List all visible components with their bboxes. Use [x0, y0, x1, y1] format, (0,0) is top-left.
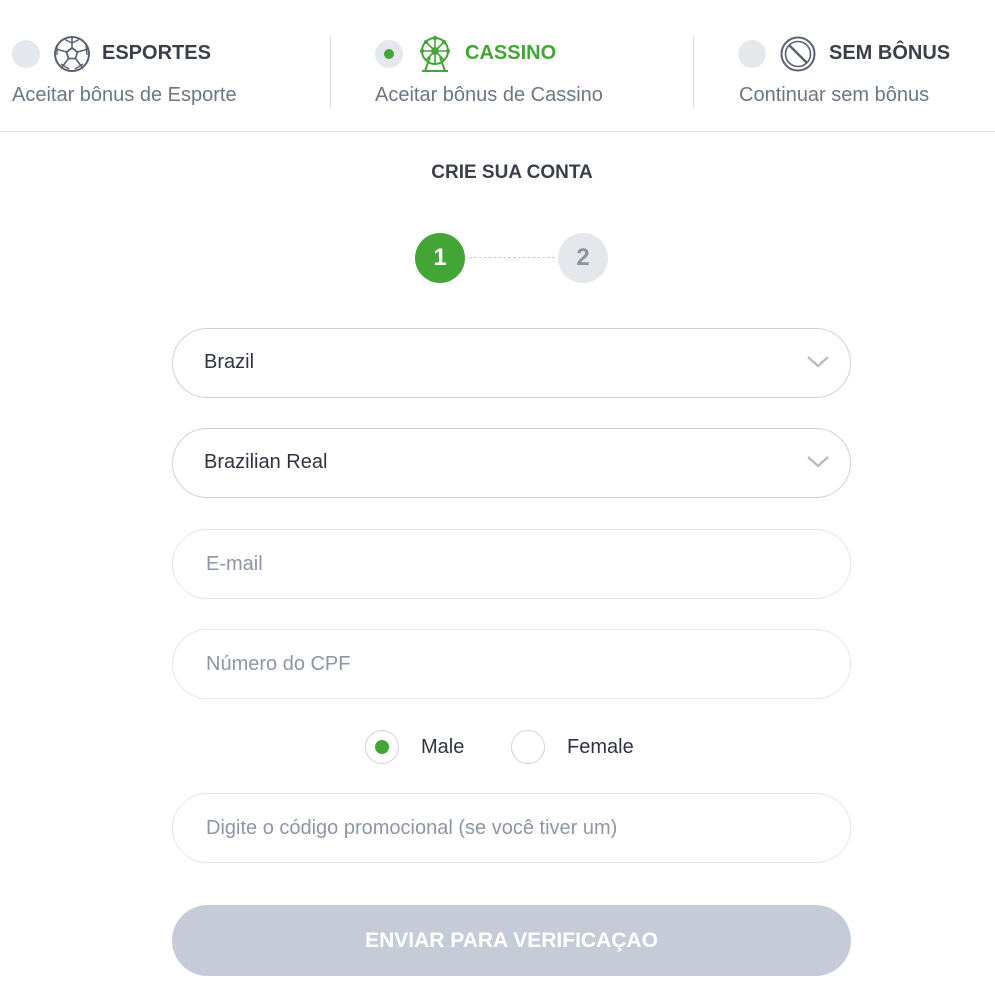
gender-option-male[interactable]: Male	[365, 730, 485, 766]
country-value: Brazil	[204, 351, 255, 373]
bonus-selector: ESPORTES Aceitar bônus de Esporte CASSIN…	[0, 0, 995, 132]
cpf-field[interactable]	[206, 630, 826, 698]
step-connector	[469, 257, 555, 258]
bonus-radio-casino[interactable]	[375, 40, 403, 68]
bonus-option-casino[interactable]: CASSINO Aceitar bônus de Cassino	[331, 0, 693, 131]
chevron-down-icon	[807, 456, 829, 468]
step-2[interactable]: 2	[558, 233, 608, 283]
promo-code-field[interactable]	[206, 794, 826, 862]
no-symbol-icon	[780, 36, 816, 72]
gender-option-female[interactable]: Female	[511, 730, 651, 766]
bonus-option-sport[interactable]: ESPORTES Aceitar bônus de Esporte	[0, 0, 330, 131]
bonus-title-casino: CASSINO	[465, 42, 557, 64]
form-title: CRIE SUA CONTA	[431, 162, 593, 183]
currency-value: Brazilian Real	[204, 451, 328, 473]
country-select[interactable]: Brazil	[172, 328, 851, 398]
gender-label-female: Female	[567, 736, 634, 758]
bonus-radio-none[interactable]	[738, 40, 766, 68]
chevron-down-icon	[807, 356, 829, 368]
gender-radio-male[interactable]	[365, 730, 399, 764]
soccer-ball-icon	[54, 36, 90, 72]
bonus-subtitle-sport: Aceitar bônus de Esporte	[12, 84, 237, 106]
ferris-wheel-icon	[419, 35, 451, 72]
step-1: 1	[415, 233, 465, 283]
gender-label-male: Male	[421, 736, 465, 758]
gender-radio-female[interactable]	[511, 730, 545, 764]
bonus-option-none[interactable]: SEM BÔNUS Continuar sem bônus	[694, 0, 995, 131]
bonus-subtitle-none: Continuar sem bônus	[739, 84, 930, 106]
bonus-subtitle-casino: Aceitar bônus de Cassino	[375, 84, 603, 106]
bonus-title-sport: ESPORTES	[102, 42, 211, 64]
registration-stepper: 1 2	[415, 233, 609, 283]
email-field-wrapper	[172, 529, 851, 599]
currency-select[interactable]: Brazilian Real	[172, 428, 851, 498]
cpf-field-wrapper	[172, 629, 851, 699]
bonus-title-none: SEM BÔNUS	[829, 42, 951, 64]
submit-verification-button[interactable]: ENVIAR PARA VERIFICAÇAO	[172, 905, 851, 976]
bonus-radio-sport[interactable]	[12, 40, 40, 68]
email-field[interactable]	[206, 530, 826, 598]
promo-field-wrapper	[172, 793, 851, 863]
